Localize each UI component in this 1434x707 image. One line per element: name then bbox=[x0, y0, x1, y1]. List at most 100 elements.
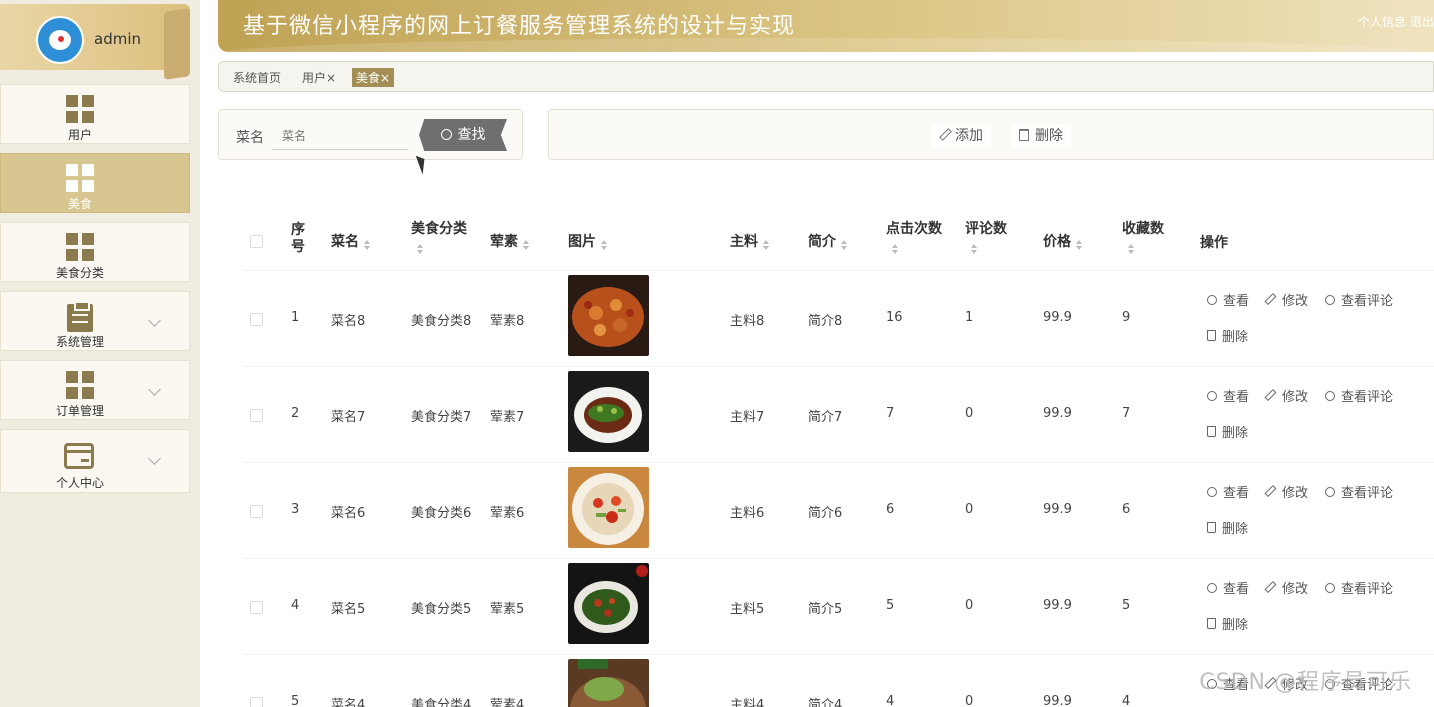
cell-intro: 简介7 bbox=[808, 410, 843, 425]
avatar-nose bbox=[58, 36, 64, 42]
delete-row-button[interactable]: 删除 bbox=[1207, 326, 1248, 345]
header-comments[interactable]: 评论数 bbox=[965, 218, 1007, 254]
view-button[interactable]: 查看 bbox=[1207, 386, 1249, 405]
sidebar-item-label: 个人中心 bbox=[55, 476, 104, 490]
view-button[interactable]: 查看 bbox=[1207, 482, 1249, 501]
delete-row-button[interactable]: 删除 bbox=[1207, 518, 1248, 537]
search-icon bbox=[1325, 583, 1335, 593]
food-image[interactable] bbox=[568, 563, 649, 644]
header-category[interactable]: 美食分类 bbox=[411, 218, 467, 254]
trash-icon bbox=[1207, 330, 1216, 341]
cell-clicks: 16 bbox=[886, 310, 903, 325]
cell-name: 菜名5 bbox=[331, 602, 366, 617]
header-main[interactable]: 主料 bbox=[730, 231, 769, 251]
cell-name: 菜名8 bbox=[331, 314, 366, 329]
row-checkbox[interactable] bbox=[250, 313, 263, 326]
delete-row-button[interactable]: 删除 bbox=[1207, 422, 1248, 441]
cell-price: 99.9 bbox=[1043, 598, 1072, 613]
header-intro[interactable]: 简介 bbox=[808, 231, 847, 251]
view-comments-button[interactable]: 查看评论 bbox=[1325, 386, 1393, 405]
sidebar-item-profile[interactable]: 个人中心 bbox=[0, 429, 190, 493]
decoration bbox=[164, 8, 190, 80]
row-checkbox[interactable] bbox=[250, 409, 263, 422]
logout-link[interactable]: 退出 bbox=[1410, 15, 1434, 29]
cell-main: 主料6 bbox=[730, 506, 765, 521]
search-icon bbox=[1207, 295, 1217, 305]
edit-button[interactable]: 修改 bbox=[1264, 578, 1308, 597]
header-name[interactable]: 菜名 bbox=[331, 231, 370, 251]
tab-home[interactable]: 系统首页 bbox=[233, 69, 281, 86]
edit-icon bbox=[939, 128, 952, 141]
search-icon bbox=[1207, 391, 1217, 401]
header-index: 序号 bbox=[291, 222, 305, 255]
avatar[interactable] bbox=[36, 16, 84, 64]
view-comments-button[interactable]: 查看评论 bbox=[1325, 290, 1393, 309]
cell-comments: 0 bbox=[965, 598, 974, 613]
food-image[interactable] bbox=[568, 659, 649, 707]
cell-intro: 简介8 bbox=[808, 314, 843, 329]
username: admin bbox=[94, 30, 141, 48]
delete-row-button[interactable]: 删除 bbox=[1207, 614, 1248, 633]
cell-meat: 荤素6 bbox=[490, 506, 525, 521]
row-checkbox[interactable] bbox=[250, 601, 263, 614]
sidebar-item-food[interactable]: 美食 bbox=[0, 153, 190, 213]
header-ops: 操作 bbox=[1200, 235, 1228, 251]
sidebar-item-system[interactable]: 系统管理 bbox=[0, 291, 190, 351]
header-image[interactable]: 图片 bbox=[568, 231, 607, 251]
header-favorites[interactable]: 收藏数 bbox=[1122, 218, 1164, 254]
cell-meat: 荤素4 bbox=[490, 698, 525, 707]
search-icon bbox=[1207, 583, 1217, 593]
cell-index: 5 bbox=[291, 694, 300, 707]
edit-button[interactable]: 修改 bbox=[1264, 482, 1308, 501]
trash-icon bbox=[1019, 129, 1029, 141]
header-price[interactable]: 价格 bbox=[1043, 231, 1082, 251]
cell-comments: 0 bbox=[965, 406, 974, 421]
edit-button[interactable]: 修改 bbox=[1264, 386, 1308, 405]
food-image[interactable] bbox=[568, 275, 649, 356]
cell-index: 4 bbox=[291, 598, 300, 613]
sidebar-item-orders[interactable]: 订单管理 bbox=[0, 360, 190, 420]
cell-main: 主料4 bbox=[730, 698, 765, 707]
sidebar-item-label: 美食分类 bbox=[55, 266, 104, 280]
cell-name: 菜名7 bbox=[331, 410, 366, 425]
chevron-down-icon bbox=[148, 452, 161, 465]
profile-link[interactable]: 个人信息 bbox=[1358, 15, 1406, 29]
tab-users[interactable]: 用户× bbox=[302, 69, 336, 86]
cell-name: 菜名6 bbox=[331, 506, 366, 521]
view-comments-button[interactable]: 查看评论 bbox=[1325, 482, 1393, 501]
header-meat[interactable]: 荤素 bbox=[490, 231, 529, 251]
edit-icon bbox=[1264, 292, 1277, 306]
sidebar-item-users[interactable]: 用户 bbox=[0, 84, 190, 144]
select-all-checkbox[interactable] bbox=[250, 235, 263, 248]
delete-button[interactable]: 删除 bbox=[1011, 124, 1071, 148]
search-button[interactable]: 查找 bbox=[419, 119, 507, 151]
cell-favorites: 7 bbox=[1122, 406, 1131, 421]
cell-comments: 1 bbox=[965, 310, 974, 325]
view-comments-button[interactable]: 查看评论 bbox=[1325, 578, 1393, 597]
food-image[interactable] bbox=[568, 467, 649, 548]
sidebar-item-food-category[interactable]: 美食分类 bbox=[0, 222, 190, 282]
cell-clicks: 5 bbox=[886, 598, 895, 613]
row-checkbox[interactable] bbox=[250, 505, 263, 518]
cell-intro: 简介5 bbox=[808, 602, 843, 617]
view-button[interactable]: 查看 bbox=[1207, 578, 1249, 597]
cell-intro: 简介6 bbox=[808, 506, 843, 521]
cell-favorites: 6 bbox=[1122, 502, 1131, 517]
search-label: 菜名 bbox=[236, 130, 264, 146]
cell-favorites: 5 bbox=[1122, 598, 1131, 613]
food-image[interactable] bbox=[568, 371, 649, 452]
view-button[interactable]: 查看 bbox=[1207, 290, 1249, 309]
user-card: admin bbox=[0, 4, 190, 80]
tab-food[interactable]: 美食× bbox=[352, 68, 395, 87]
cell-category: 美食分类8 bbox=[411, 314, 472, 329]
header-links: 个人信息 退出 bbox=[1354, 13, 1434, 30]
search-input[interactable] bbox=[272, 122, 408, 150]
row-checkbox[interactable] bbox=[250, 697, 263, 707]
grid-icon bbox=[64, 162, 96, 194]
header-clicks[interactable]: 点击次数 bbox=[886, 218, 942, 254]
cell-category: 美食分类5 bbox=[411, 602, 472, 617]
cell-index: 1 bbox=[291, 310, 300, 325]
add-button[interactable]: 添加 bbox=[931, 124, 991, 148]
edit-button[interactable]: 修改 bbox=[1264, 290, 1308, 309]
sidebar-item-label: 美食 bbox=[67, 197, 92, 211]
